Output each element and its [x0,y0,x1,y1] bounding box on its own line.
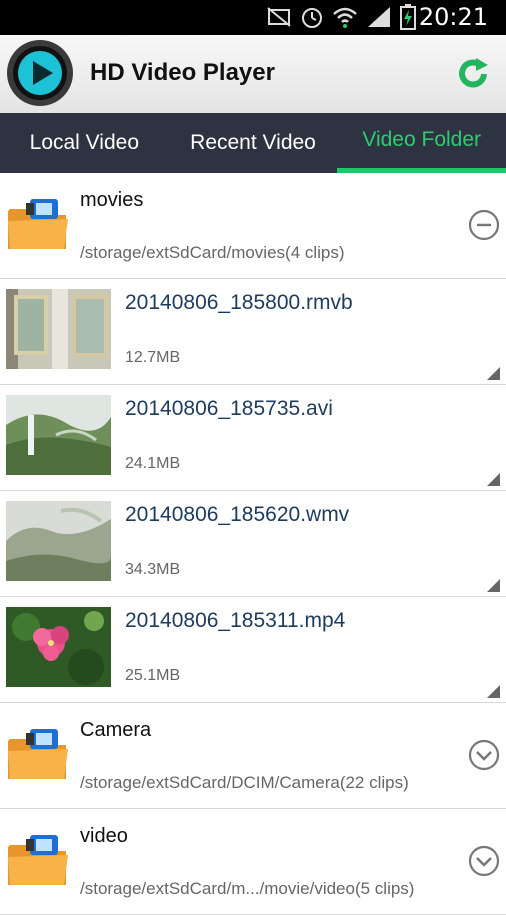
collapse-icon[interactable] [468,209,500,241]
video-row[interactable]: 20140806_185735.avi 24.1MB [0,385,506,491]
options-corner-icon[interactable] [487,579,500,592]
video-folder-icon [8,835,68,885]
folder-path: /storage/extSdCard/DCIM/Camera(22 clips) [80,773,409,792]
options-corner-icon[interactable] [487,473,500,486]
folder-row-movies[interactable]: movies /storage/extSdCard/movies(4 clips… [0,173,506,279]
refresh-icon[interactable] [454,55,492,93]
options-corner-icon[interactable] [487,367,500,380]
video-file-size: 24.1MB [125,455,181,472]
video-row[interactable]: 20140806_185800.rmvb 12.7MB [0,279,506,385]
folder-row-camera[interactable]: Camera /storage/extSdCard/DCIM/Camera(22… [0,703,506,809]
tab-local-video[interactable]: Local Video [0,113,169,173]
video-folder-list: movies /storage/extSdCard/movies(4 clips… [0,173,506,915]
app-title: HD Video Player [90,59,275,86]
tab-video-folder[interactable]: Video Folder [337,113,506,173]
video-file-size: 25.1MB [125,667,181,684]
video-thumbnail [6,289,111,369]
wifi-icon [333,7,357,28]
nfc-muted-icon [267,7,291,27]
video-thumbnail [6,607,111,687]
video-thumbnail [6,501,111,581]
status-time: 20:21 [418,3,488,31]
app-bar: HD Video Player [0,35,506,113]
video-row[interactable]: 20140806_185620.wmv 34.3MB [0,491,506,597]
tab-bar: Local Video Recent Video Video Folder [0,113,506,173]
video-folder-icon [8,199,68,249]
tab-recent-video[interactable]: Recent Video [169,113,338,173]
battery-charging-icon [400,4,416,30]
status-icons [266,4,416,30]
signal-icon [368,7,390,27]
folder-name: Camera [80,719,152,741]
video-row[interactable]: 20140806_185311.mp4 25.1MB [0,597,506,703]
folder-name: video [80,825,128,847]
video-file-size: 12.7MB [125,349,181,366]
video-file-name: 20140806_185311.mp4 [125,609,346,632]
options-corner-icon[interactable] [487,685,500,698]
video-thumbnail [6,395,111,475]
folder-path: /storage/extSdCard/m.../movie/video(5 cl… [80,879,415,898]
video-file-name: 20140806_185735.avi [125,397,333,420]
alarm-icon [302,8,322,28]
video-folder-icon [8,729,68,779]
expand-icon[interactable] [468,845,500,877]
folder-row-video[interactable]: video /storage/extSdCard/m.../movie/vide… [0,809,506,915]
folder-path: /storage/extSdCard/movies(4 clips) [80,243,345,262]
video-file-size: 34.3MB [125,561,181,578]
video-file-name: 20140806_185620.wmv [125,503,350,526]
folder-name: movies [80,189,144,211]
video-file-name: 20140806_185800.rmvb [125,291,353,314]
expand-icon[interactable] [468,739,500,771]
status-bar: 20:21 [0,0,506,35]
app-logo-play-icon[interactable] [6,39,74,107]
